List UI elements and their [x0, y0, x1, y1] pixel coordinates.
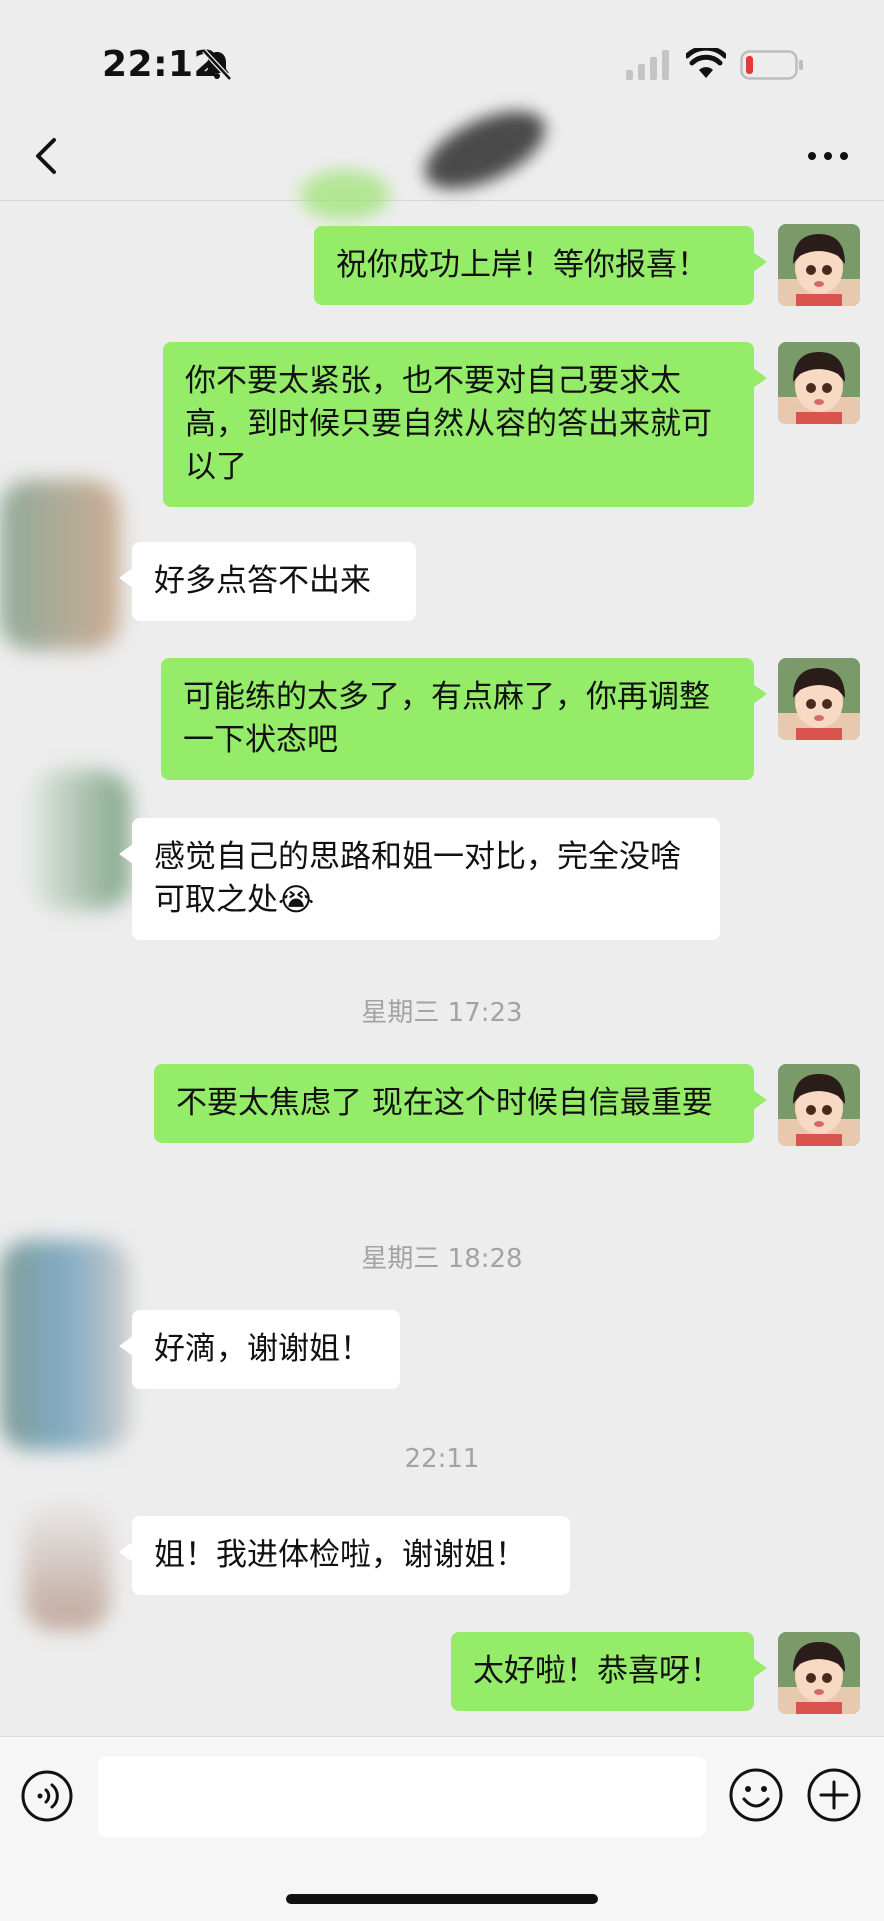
- chevron-left-icon[interactable]: [26, 134, 70, 178]
- redacted-contact-name: [413, 95, 557, 205]
- message-bubble-sent[interactable]: 不要太焦虑了 现在这个时候自信最重要: [154, 1064, 767, 1143]
- timestamp: 星期三 17:23: [361, 998, 523, 1028]
- message-bubble-sent[interactable]: 祝你成功上岸！等你报喜！: [314, 226, 767, 305]
- more-dots-icon[interactable]: [800, 134, 856, 178]
- contact-avatar-redacted[interactable]: [0, 480, 120, 650]
- message-bubble-received[interactable]: 好多点答不出来: [119, 542, 416, 621]
- timestamp: 星期三 18:28: [361, 1244, 523, 1274]
- contact-avatar-redacted[interactable]: [30, 770, 130, 910]
- battery-low-icon: [740, 50, 803, 80]
- my-avatar[interactable]: [778, 224, 860, 306]
- plus-icon[interactable]: [806, 1767, 862, 1823]
- timestamp: 22:11: [404, 1444, 480, 1474]
- home-indicator[interactable]: [286, 1894, 598, 1904]
- bell-off-icon: [202, 49, 232, 81]
- chat-header: [0, 95, 884, 220]
- message-list[interactable]: 祝你成功上岸！等你报喜！ 你不要太紧张，也不要对自己要求太高，到时候只要自然从容…: [0, 200, 884, 1736]
- my-avatar[interactable]: [778, 342, 860, 424]
- message-bubble-sent[interactable]: 可能练的太多了，有点麻了，你再调整一下状态吧: [161, 658, 767, 780]
- message-input[interactable]: [98, 1757, 706, 1837]
- signal-icon: [626, 50, 669, 80]
- message-bubble-received[interactable]: 感觉自己的思路和姐一对比，完全没啥可取之处😭: [119, 818, 720, 940]
- wifi-icon: [686, 48, 726, 78]
- contact-avatar-redacted[interactable]: [24, 1500, 110, 1630]
- my-avatar[interactable]: [778, 658, 860, 740]
- message-bubble-received[interactable]: 好滴，谢谢姐！: [119, 1310, 400, 1389]
- input-bar: [0, 1736, 884, 1921]
- message-bubble-sent[interactable]: 太好啦！恭喜呀！: [451, 1632, 767, 1711]
- my-avatar[interactable]: [778, 1064, 860, 1146]
- my-avatar[interactable]: [778, 1632, 860, 1714]
- voice-icon[interactable]: [20, 1769, 74, 1823]
- status-bar: 22:12: [0, 0, 884, 110]
- message-bubble-sent[interactable]: 你不要太紧张，也不要对自己要求太高，到时候只要自然从容的答出来就可以了: [163, 342, 767, 507]
- contact-avatar-redacted[interactable]: [0, 1240, 130, 1450]
- emoji-icon[interactable]: [728, 1767, 784, 1823]
- message-bubble-received[interactable]: 姐！我进体检啦，谢谢姐！: [119, 1516, 570, 1595]
